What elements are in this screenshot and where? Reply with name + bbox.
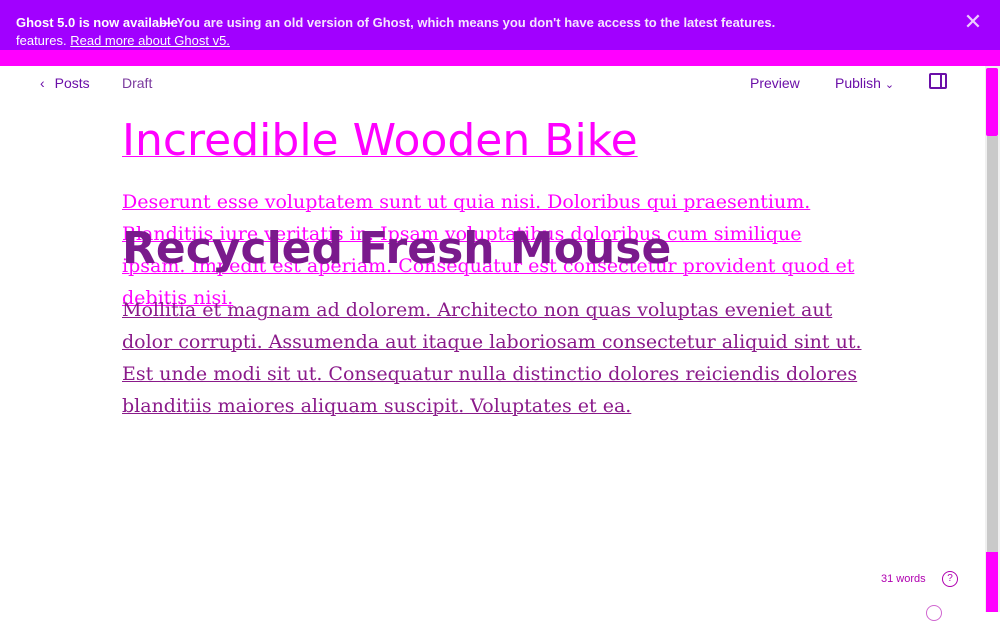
- close-icon[interactable]: ✕: [962, 12, 984, 34]
- back-label: Posts: [54, 75, 90, 91]
- update-banner: Ghost 5.0 is now available — You are usi…: [0, 0, 1000, 50]
- overlay-title: Recycled Fresh Mouse: [122, 223, 672, 274]
- post-status: Draft: [122, 75, 153, 91]
- chevron-left-icon: ‹: [40, 75, 45, 91]
- word-count: 31 words: [881, 573, 926, 585]
- chevron-down-icon: ⌄: [884, 79, 895, 91]
- editor-paragraph[interactable]: Mollitia et magnam ad dolorem. Architect…: [122, 294, 862, 422]
- ghost-help-icon: [926, 605, 942, 621]
- scrollbar-marker-top: [986, 68, 998, 136]
- banner-message: — You are using an old version of Ghost,…: [160, 15, 776, 30]
- back-to-posts-button[interactable]: ‹ Posts: [40, 75, 90, 91]
- banner-read-more-link[interactable]: Read more about Ghost v5.: [70, 33, 230, 48]
- publish-button[interactable]: Publish ⌄: [835, 75, 894, 91]
- banner-title: Ghost 5.0 is now available: [16, 15, 178, 30]
- preview-button[interactable]: Preview: [750, 75, 800, 91]
- scrollbar-marker-bottom: [986, 552, 998, 612]
- editor-toolbar: ‹ Posts Draft Preview Publish ⌄: [0, 66, 985, 104]
- banner-accent-strip: [0, 50, 1000, 66]
- sidebar-toggle-icon[interactable]: [929, 73, 947, 89]
- banner-line-two: features. Read more about Ghost v5.: [16, 33, 230, 49]
- banner-features-text: features.: [16, 33, 67, 48]
- scrollbar-thumb[interactable]: [987, 136, 998, 552]
- help-icon[interactable]: ?: [942, 571, 958, 587]
- publish-label: Publish: [835, 75, 881, 91]
- post-title-input[interactable]: Incredible Wooden Bike: [122, 113, 638, 169]
